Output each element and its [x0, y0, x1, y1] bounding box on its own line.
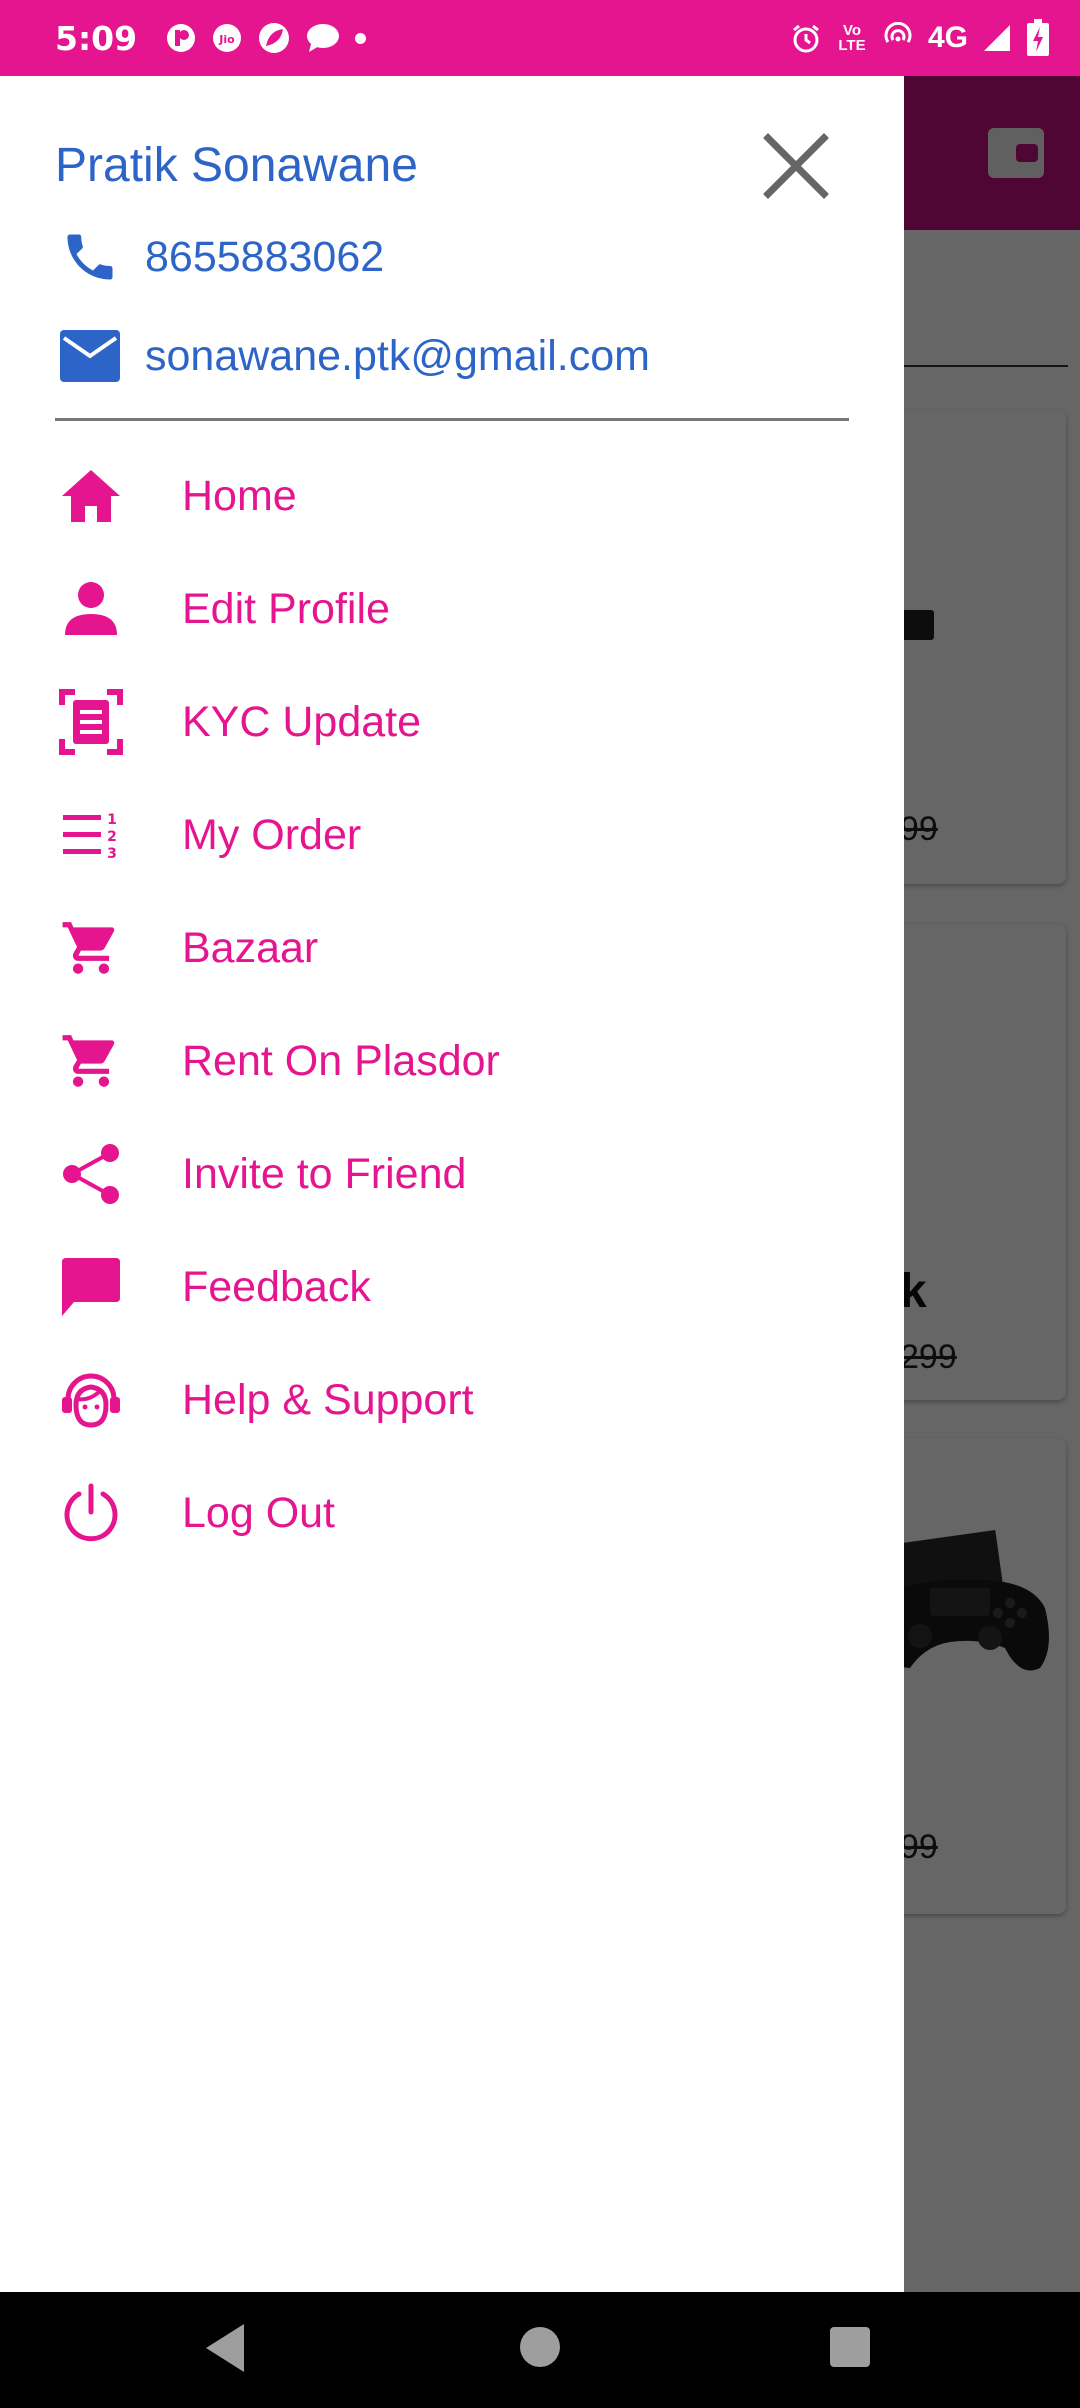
drawer-divider — [55, 418, 849, 421]
phone-icon — [55, 222, 125, 292]
mail-icon — [55, 321, 125, 391]
navigation-drawer: Pratik Sonawane 8655883062 sonawane.ptk@… — [0, 76, 904, 2292]
menu-item-label: Log Out — [182, 1488, 335, 1537]
menu-item-label: Bazaar — [182, 923, 319, 972]
menu-item-label: KYC Update — [182, 697, 422, 746]
menu-item-label: Home — [182, 471, 297, 520]
svg-text:Jio: Jio — [218, 33, 235, 46]
alarm-icon — [793, 24, 819, 53]
recents-button[interactable] — [828, 2325, 872, 2374]
svg-text:2: 2 — [107, 829, 117, 845]
more-notifications-dot — [355, 32, 367, 44]
chat-icon — [55, 1251, 127, 1323]
phone-number: 8655883062 — [145, 232, 385, 281]
home-button[interactable] — [517, 2324, 563, 2375]
message-icon — [307, 24, 340, 52]
network-type: 4G — [927, 21, 968, 54]
menu-item-help-support[interactable]: Help & Support — [55, 1350, 855, 1450]
menu-item-label: Help & Support — [182, 1375, 474, 1424]
notification-icon — [167, 24, 196, 52]
back-button[interactable] — [200, 2320, 248, 2381]
menu-item-my-order[interactable]: 1 2 3 My Order — [55, 785, 855, 885]
signal-icon — [984, 25, 1010, 51]
menu-item-label: My Order — [182, 810, 362, 859]
menu-item-edit-profile[interactable]: Edit Profile — [55, 559, 855, 659]
share-icon — [55, 1138, 127, 1210]
menu-item-invite-to-friend[interactable]: Invite to Friend — [55, 1124, 855, 1224]
menu-item-rent-on-plasdor[interactable]: Rent On Plasdor — [55, 1011, 855, 1111]
svg-text:1: 1 — [107, 812, 117, 828]
person-icon — [55, 573, 127, 645]
menu-item-label: Feedback — [182, 1262, 371, 1311]
svg-text:3: 3 — [107, 846, 117, 861]
menu-item-bazaar[interactable]: Bazaar — [55, 898, 855, 998]
document-scan-icon — [55, 686, 127, 758]
hotspot-icon — [884, 22, 912, 43]
status-time: 5:09 — [55, 18, 138, 58]
close-drawer-button[interactable] — [760, 130, 832, 202]
sort-numbered-icon: 1 2 3 — [55, 799, 127, 871]
menu-item-label: Invite to Friend — [182, 1149, 467, 1198]
jio-icon: Jio — [213, 24, 242, 52]
menu-item-kyc-update[interactable]: KYC Update — [55, 672, 855, 772]
cart-icon — [55, 912, 127, 984]
phone-row: 8655883062 — [55, 222, 384, 292]
leaf-icon — [259, 23, 290, 53]
recents-icon — [830, 2327, 870, 2367]
email-address: sonawane.ptk@gmail.com — [145, 331, 650, 380]
menu-item-feedback[interactable]: Feedback — [55, 1237, 855, 1337]
volte-indicator: Vo LTE — [838, 22, 866, 54]
menu-item-home[interactable]: Home — [55, 446, 855, 546]
system-navigation-bar — [0, 2292, 1080, 2408]
home-icon — [55, 460, 127, 532]
menu-item-label: Edit Profile — [182, 584, 390, 633]
battery-charging-icon — [1027, 19, 1049, 56]
status-bar: 5:09 Jio Vo LTE 4G — [0, 0, 1080, 76]
menu-item-log-out[interactable]: Log Out — [55, 1463, 855, 1563]
close-icon — [763, 133, 829, 199]
back-icon — [206, 2324, 244, 2372]
power-icon — [55, 1477, 127, 1549]
home-circle-icon — [520, 2327, 560, 2367]
user-name: Pratik Sonawane — [55, 139, 418, 192]
cart-icon — [55, 1025, 127, 1097]
email-row: sonawane.ptk@gmail.com — [55, 321, 650, 391]
menu-item-label: Rent On Plasdor — [182, 1036, 500, 1085]
support-agent-icon — [55, 1364, 127, 1436]
